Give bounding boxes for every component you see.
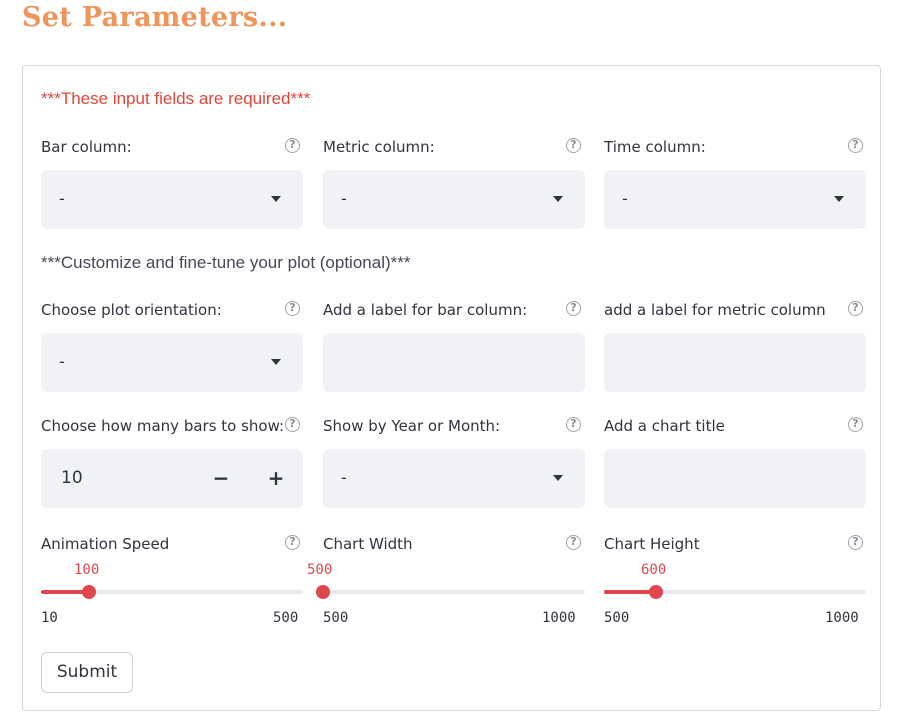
help-icon[interactable]: ?: [566, 417, 581, 432]
decrement-button[interactable]: −: [208, 465, 234, 491]
animation-speed-min: 10: [41, 610, 58, 626]
help-icon[interactable]: ?: [285, 535, 300, 550]
caret-down-icon: [553, 475, 563, 481]
bar-label-input[interactable]: [323, 333, 585, 392]
bar-column-select[interactable]: -: [41, 170, 303, 229]
time-column-value: -: [622, 189, 628, 208]
bars-to-show-value: 10: [61, 468, 83, 488]
metric-label-label: add a label for metric column: [604, 301, 826, 319]
animation-speed-thumb[interactable]: [82, 585, 96, 599]
bars-to-show-label: Choose how many bars to show:: [41, 417, 285, 435]
orientation-select[interactable]: -: [41, 333, 303, 392]
chart-title-input[interactable]: [604, 449, 866, 508]
optional-note: ***Customize and fine-tune your plot (op…: [41, 253, 411, 272]
chart-height-min: 500: [604, 610, 630, 626]
help-icon[interactable]: ?: [285, 417, 300, 432]
help-icon[interactable]: ?: [848, 417, 863, 432]
bars-to-show-input[interactable]: 10 − +: [41, 449, 303, 508]
bar-label-label: Add a label for bar column:: [323, 301, 528, 319]
chart-width-max: 1000: [542, 610, 576, 626]
chart-width-thumb[interactable]: [316, 585, 330, 599]
help-icon[interactable]: ?: [848, 138, 863, 153]
year-or-month-value: -: [341, 468, 347, 487]
metric-column-select[interactable]: -: [323, 170, 585, 229]
chart-height-label: Chart Height: [604, 535, 700, 553]
chart-width-slider[interactable]: [323, 590, 585, 594]
caret-down-icon: [834, 196, 844, 202]
caret-down-icon: [271, 196, 281, 202]
bar-column-label: Bar column:: [41, 138, 132, 156]
year-or-month-select[interactable]: -: [323, 449, 585, 508]
orientation-value: -: [59, 352, 65, 371]
help-icon[interactable]: ?: [566, 535, 581, 550]
metric-label-input[interactable]: [604, 333, 866, 392]
chart-width-label: Chart Width: [323, 535, 413, 553]
animation-speed-label: Animation Speed: [41, 535, 170, 553]
help-icon[interactable]: ?: [285, 138, 300, 153]
chart-height-value: 600: [641, 562, 667, 578]
help-icon[interactable]: ?: [566, 301, 581, 316]
caret-down-icon: [553, 196, 563, 202]
animation-speed-max: 500: [273, 610, 299, 626]
time-column-label: Time column:: [604, 138, 706, 156]
submit-button[interactable]: Submit: [41, 652, 133, 693]
time-column-select[interactable]: -: [604, 170, 866, 229]
metric-column-label: Metric column:: [323, 138, 435, 156]
help-icon[interactable]: ?: [848, 301, 863, 316]
increment-button[interactable]: +: [263, 465, 289, 491]
required-note: ***These input fields are required***: [41, 89, 311, 108]
bar-column-value: -: [59, 189, 65, 208]
year-or-month-label: Show by Year or Month:: [323, 417, 501, 435]
help-icon[interactable]: ?: [566, 138, 581, 153]
chart-width-min: 500: [323, 610, 349, 626]
metric-column-value: -: [341, 189, 347, 208]
chart-height-thumb[interactable]: [649, 585, 663, 599]
chart-height-max: 1000: [825, 610, 859, 626]
page-title: Set Parameters...: [22, 2, 288, 33]
orientation-label: Choose plot orientation:: [41, 301, 222, 319]
chart-width-value: 500: [307, 562, 333, 578]
animation-speed-value: 100: [74, 562, 100, 578]
help-icon[interactable]: ?: [285, 301, 300, 316]
help-icon[interactable]: ?: [848, 535, 863, 550]
chart-title-label: Add a chart title: [604, 417, 725, 435]
caret-down-icon: [271, 359, 281, 365]
